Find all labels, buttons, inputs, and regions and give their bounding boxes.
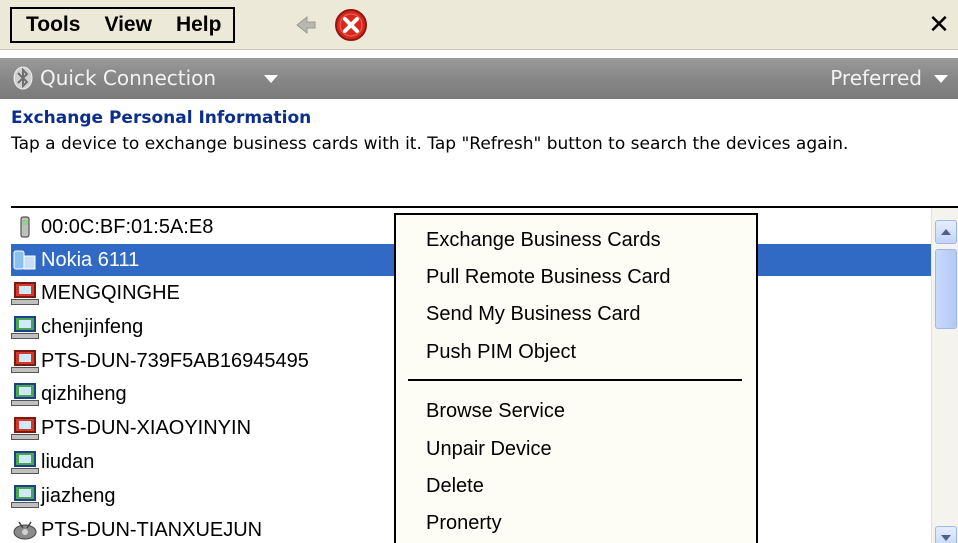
menu-help[interactable]: Help <box>164 9 234 41</box>
network-device-icon <box>13 521 37 540</box>
device-name: PTS-DUN-TIANXUEJUN <box>41 518 263 541</box>
computer-red-icon <box>11 279 39 307</box>
menu-item-pull-remote-business-card[interactable]: Pull Remote Business Card <box>426 265 671 289</box>
chevron-down-icon[interactable] <box>264 75 278 83</box>
computer-red-icon <box>11 347 39 375</box>
stop-icon[interactable] <box>334 8 368 42</box>
menu-group: Tools View Help <box>10 7 236 43</box>
menu-bar: Tools View Help ✕ <box>0 0 958 50</box>
computer-icon <box>11 482 39 510</box>
menu-item-delete[interactable]: Delete <box>426 474 484 498</box>
menu-item-exchange-business-cards[interactable]: Exchange Business Cards <box>426 228 661 252</box>
device-name: chenjinfeng <box>41 315 144 338</box>
device-name: 00:0C:BF:01:5A:E8 <box>41 215 214 238</box>
mobile-device-icon <box>13 250 36 270</box>
preferred-label[interactable]: Preferred <box>830 66 922 90</box>
computer-icon <box>11 448 39 476</box>
back-arrow-icon[interactable] <box>295 14 317 36</box>
menu-separator <box>408 379 742 381</box>
device-name: qizhiheng <box>41 382 127 405</box>
chevron-up-icon <box>941 229 951 235</box>
scroll-down-button[interactable] <box>935 526 957 543</box>
scroll-up-button[interactable] <box>935 220 957 244</box>
device-name: liudan <box>41 450 95 473</box>
chevron-down-icon[interactable] <box>934 75 948 83</box>
device-name: Nokia 6111 <box>41 248 140 271</box>
connection-bar: Quick Connection Preferred <box>0 58 958 99</box>
device-name: PTS-DUN-XIAOYINYIN <box>41 416 252 439</box>
computer-icon <box>11 313 39 341</box>
scroll-thumb[interactable] <box>935 249 957 329</box>
menu-item-unpair-device[interactable]: Unpair Device <box>426 437 552 461</box>
menu-tools[interactable]: Tools <box>12 9 92 41</box>
computer-icon <box>11 380 39 408</box>
page-title: Exchange Personal Information <box>11 108 312 128</box>
vertical-scrollbar[interactable] <box>931 208 958 543</box>
device-name: PTS-DUN-739F5AB16945495 <box>41 349 309 372</box>
page-description: Tap a device to exchange business cards … <box>11 134 849 154</box>
phone-device-icon <box>20 216 30 238</box>
device-name: jiazheng <box>41 484 116 507</box>
device-name: MENGQINGHE <box>41 281 180 304</box>
menu-item-property[interactable]: Pronerty <box>426 511 502 535</box>
chevron-down-icon <box>941 535 951 541</box>
close-icon[interactable]: ✕ <box>924 6 954 44</box>
context-menu: Exchange Business Cards Pull Remote Busi… <box>394 213 758 543</box>
quick-connection-label[interactable]: Quick Connection <box>40 66 216 90</box>
menu-view[interactable]: View <box>92 9 163 41</box>
menu-item-send-my-business-card[interactable]: Send My Business Card <box>426 302 641 326</box>
bluetooth-icon <box>13 66 33 90</box>
menu-item-browse-service[interactable]: Browse Service <box>426 399 565 423</box>
computer-red-icon <box>11 414 39 442</box>
menu-item-push-pim-object[interactable]: Push PIM Object <box>426 340 576 364</box>
